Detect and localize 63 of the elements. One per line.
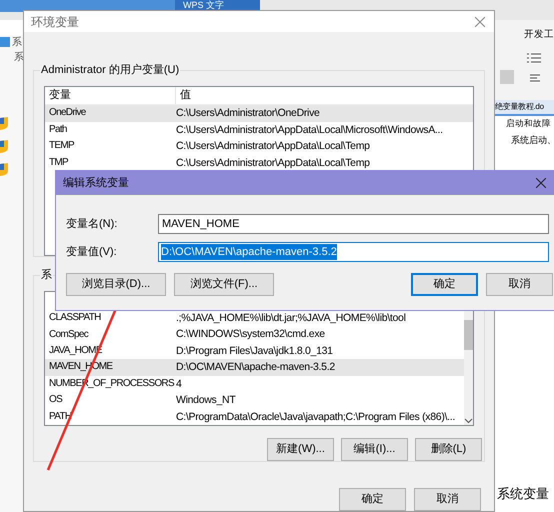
browse-button[interactable]: 浏览文件(F)...: [174, 273, 274, 296]
variable-value: C:\Users\Administrator\AppData\Local\Temp: [176, 158, 370, 168]
document-tab[interactable]: 绝变量教程.do: [495, 100, 554, 116]
scrollbar-thumb[interactable]: [464, 320, 473, 350]
dialog-title: 编辑系统变量: [63, 176, 129, 191]
selected-text: D:\OC\MAVEN\apache-maven-3.5.2: [161, 244, 337, 260]
dialog-button[interactable]: 取消: [414, 488, 481, 511]
variable-value: D:\Program Files\Java\jdk1.8.0_131: [176, 346, 333, 356]
list-row[interactable]: Path C:\Users\Administrator\AppData\Local\Microsoft\WindowsA...: [45, 122, 473, 138]
list-action-button[interactable]: 新建(W)...: [267, 438, 334, 461]
variable-name: Path: [49, 124, 68, 135]
shield-icon: [0, 117, 8, 130]
field-label: 变量值(V):: [66, 244, 118, 260]
list-row[interactable]: TMP C:\Users\Administrator\AppData\Local\Temp: [45, 154, 473, 171]
list-row[interactable]: CLASSPATH .;%JAVA_HOME%\lib\dt.jar;%JAVA_HOME%\lib\tool: [45, 310, 464, 326]
variable-value: C:\Users\Administrator\AppData\Local\Temp: [176, 141, 370, 152]
field-label: 变量名(N):: [66, 216, 118, 232]
variable-name: TEMP: [49, 141, 76, 152]
checkbox-icon: [0, 37, 10, 47]
list-row[interactable]: ComSpec C:\WINDOWS\system32\cmd.exe: [45, 326, 464, 343]
shield-icon: [0, 140, 8, 153]
group-label: Administrator 的用户变量(U): [40, 62, 180, 78]
variable-name: OneDrive: [49, 108, 87, 118]
list-action-button[interactable]: 编辑(I)...: [341, 438, 408, 461]
variable-value: C:\Users\Administrator\AppData\Local\Microsoft\WindowsA...: [176, 124, 443, 135]
variable-value: C:\ProgramData\Oracle\Java\javapath;C:\Program Files (x86)\...: [176, 412, 456, 422]
close-icon: [536, 178, 546, 188]
variable-name: ComSpec: [49, 330, 90, 340]
variable-name: CLASSPATH: [49, 313, 102, 324]
column-header[interactable]: 值: [176, 87, 191, 104]
close-icon: [475, 16, 485, 26]
variable-value: Windows_NT: [176, 395, 236, 406]
window-text: 系: [12, 36, 22, 50]
column-header[interactable]: 变量: [45, 87, 176, 104]
variable-name: OS: [49, 395, 64, 406]
list-action-button[interactable]: 删除(L): [415, 438, 482, 461]
list-row[interactable]: OS Windows_NT: [45, 392, 464, 409]
panel-text: 系统启动、: [511, 134, 554, 147]
browse-button[interactable]: 浏览目录(D)...: [66, 273, 166, 296]
shield-icon: [0, 163, 8, 176]
window-text: 系: [14, 50, 24, 65]
close-button[interactable]: [535, 177, 547, 189]
list-icon: [527, 53, 541, 63]
list-row[interactable]: OneDrive C:\Users\Administrator\OneDrive: [45, 105, 473, 122]
dialog-button[interactable]: 确定: [339, 488, 406, 511]
input-field[interactable]: D:\OC\MAVEN\apache-maven-3.5.2: [158, 242, 549, 262]
dialog-button[interactable]: 取消: [486, 273, 553, 296]
document-text: 系统变量: [497, 485, 549, 503]
variable-value: .;%JAVA_HOME%\lib\dt.jar;%JAVA_HOME%\lib\tool: [176, 312, 406, 324]
panel-heading: 启动和故障: [506, 117, 551, 130]
variable-value: C:\Users\Administrator\OneDrive: [176, 108, 320, 118]
input-field[interactable]: MAVEN_HOME: [158, 214, 549, 234]
variable-value: 4: [176, 378, 182, 390]
variable-name: TMP: [49, 158, 70, 168]
list-row[interactable]: TEMP C:\Users\Administrator\AppData\Local\Temp: [45, 138, 473, 154]
window-title: 环境变量: [31, 14, 79, 30]
variable-value: C:\WINDOWS\system32\cmd.exe: [176, 329, 325, 340]
ribbon-tab[interactable]: 开发工: [524, 28, 554, 42]
align-icon: [530, 74, 540, 83]
chevron-down-icon[interactable]: [464, 417, 473, 425]
dialog-button[interactable]: 确定: [411, 273, 478, 296]
variable-value: D:\OC\MAVEN\apache-maven-3.5.2: [176, 362, 335, 373]
close-button[interactable]: [473, 14, 487, 28]
